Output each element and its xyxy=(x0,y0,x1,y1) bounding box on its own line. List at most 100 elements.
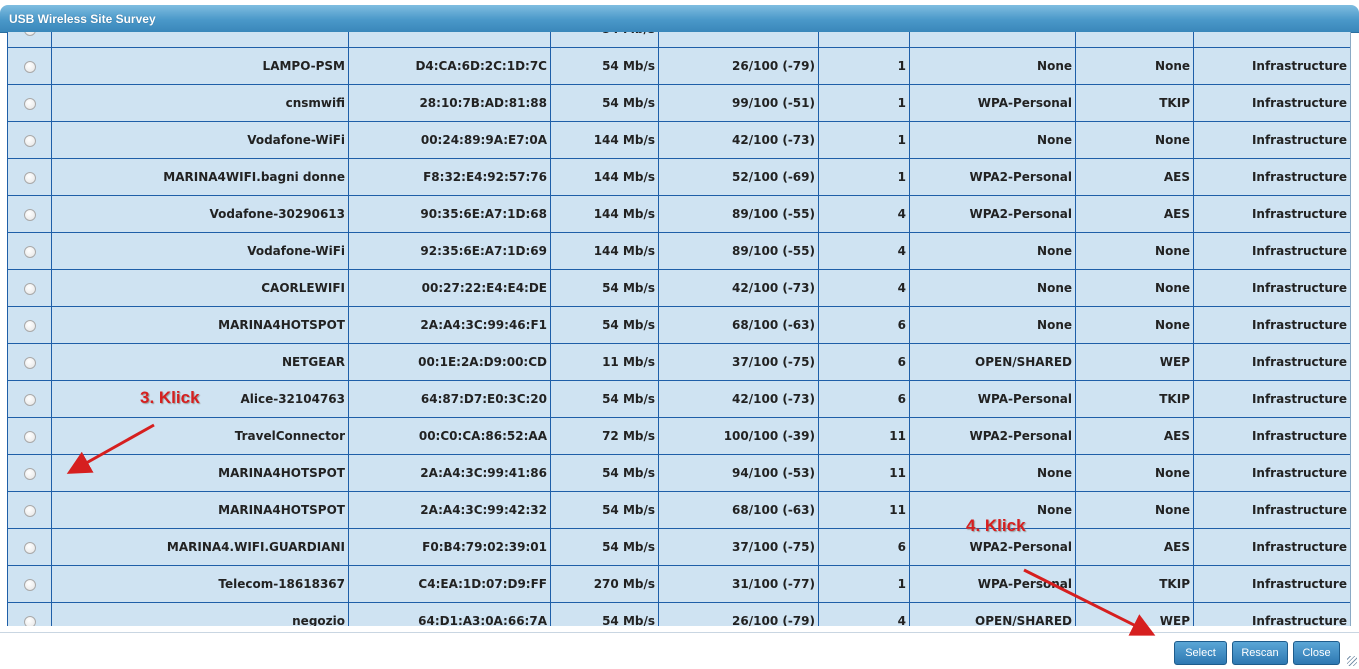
rescan-button[interactable]: Rescan xyxy=(1232,641,1288,665)
cell-signal: 26/100 (-79) xyxy=(658,602,819,626)
cell-channel: 11 xyxy=(818,491,910,529)
cell-ssid: NETGEAR xyxy=(51,343,349,381)
cell-ssid: MARINA4WIFI.bagni donne xyxy=(51,158,349,196)
cell-mode: Infrastructure xyxy=(1193,417,1350,455)
cell-channel: 11 xyxy=(818,454,910,492)
cell-mode: Infrastructure xyxy=(1193,84,1350,122)
cell-ssid: Vodafone-WiFi xyxy=(51,121,349,159)
cell-mac: D4:CA:6D:2C:1D:7C xyxy=(348,47,551,85)
table-row[interactable]: MARINA4HOTSPOT 2A:A4:3C:99:41:86 54 Mb/s 94… xyxy=(7,454,1350,492)
table-row[interactable]: MARINA4HOTSPOT 2A:A4:3C:99:46:F1 54 Mb/s 68… xyxy=(7,306,1350,344)
network-radio[interactable] xyxy=(23,430,36,443)
row-select-cell xyxy=(7,306,52,344)
network-radio[interactable] xyxy=(23,615,36,626)
cell-channel: 11 xyxy=(818,417,910,455)
cell-signal: 42/100 (-73) xyxy=(658,380,819,418)
table-row[interactable]: Vodafone-WiFi 00:24:89:9A:E7:0A 144 Mb/s 42… xyxy=(7,121,1350,159)
select-button[interactable]: Select xyxy=(1174,641,1227,665)
cell-rate: 54 Mb/s xyxy=(550,602,659,626)
cell-security: OPEN/SHARED xyxy=(909,343,1076,381)
cell-channel: 6 xyxy=(818,380,910,418)
network-list-scroll[interactable]: 54 Mb/sLAMPO-PSMD4:CA:6D:2C:1D:7C54 Mb/s… xyxy=(7,32,1351,626)
table-row[interactable]: Telecom-18618367 C4:EA:1D:07:D9:FF 270 Mb/… xyxy=(7,565,1350,603)
table-row[interactable]: cnsmwifi 28:10:7B:AD:81:88 54 Mb/s 99/100 (… xyxy=(7,84,1350,122)
row-select-cell xyxy=(7,565,52,603)
network-radio[interactable] xyxy=(23,171,36,184)
resize-grip-icon[interactable] xyxy=(1347,656,1357,666)
cell-cipher: TKIP xyxy=(1075,84,1194,122)
cell-cipher: AES xyxy=(1075,195,1194,233)
cell-signal: 42/100 (-73) xyxy=(658,121,819,159)
cell-cipher: AES xyxy=(1075,528,1194,566)
annotation-step4: 4. Klick xyxy=(966,516,1026,535)
cell-mode: Infrastructure xyxy=(1193,380,1350,418)
cell-channel: 4 xyxy=(818,232,910,270)
cell-rate: 54 Mb/s xyxy=(550,84,659,122)
table-row[interactable]: MARINA4WIFI.bagni donne F8:32:E4:92:57:76… xyxy=(7,158,1350,196)
cell-channel: 1 xyxy=(818,121,910,159)
cell-cipher: None xyxy=(1075,47,1194,85)
network-radio[interactable] xyxy=(23,356,36,369)
table-row[interactable]: Vodafone-30290613 90:35:6E:A7:1D:68 144 Mb… xyxy=(7,195,1350,233)
cell-security: None xyxy=(909,454,1076,492)
table-row[interactable]: MARINA4.WIFI.GUARDIANI F0:B4:79:02:39:01 5… xyxy=(7,528,1350,566)
close-button[interactable]: Close xyxy=(1293,641,1340,665)
network-radio[interactable] xyxy=(23,60,36,73)
network-radio[interactable] xyxy=(23,319,36,332)
cell-ssid: negozio xyxy=(51,602,349,626)
cell-mac: 90:35:6E:A7:1D:68 xyxy=(348,195,551,233)
cell-cipher: AES xyxy=(1075,417,1194,455)
row-select-cell xyxy=(7,84,52,122)
row-select-cell xyxy=(7,158,52,196)
cell-cipher: None xyxy=(1075,306,1194,344)
row-select-cell xyxy=(7,380,52,418)
cell-security: WPA-Personal xyxy=(909,380,1076,418)
network-radio[interactable] xyxy=(23,208,36,221)
cell-cipher: WEP xyxy=(1075,602,1194,626)
network-radio[interactable] xyxy=(23,245,36,258)
cell-signal: 89/100 (-55) xyxy=(658,195,819,233)
cell-mode: Infrastructure xyxy=(1193,491,1350,529)
cell-cipher: None xyxy=(1075,491,1194,529)
network-radio[interactable] xyxy=(23,134,36,147)
row-select-cell xyxy=(7,528,52,566)
cell-ssid: Telecom-18618367 xyxy=(51,565,349,603)
table-row[interactable]: TravelConnector 00:C0:CA:86:52:AA 72 Mb/s 1… xyxy=(7,417,1350,455)
dialog-titlebar[interactable]: USB Wireless Site Survey xyxy=(0,5,1359,33)
table-row[interactable]: negozio 64:D1:A3:0A:66:7A 54 Mb/s 26/100 (-… xyxy=(7,602,1350,626)
network-radio[interactable] xyxy=(23,97,36,110)
network-radio[interactable] xyxy=(23,32,36,36)
table-row[interactable]: Vodafone-WiFi 92:35:6E:A7:1D:69 144 Mb/s 89… xyxy=(7,232,1350,270)
table-row[interactable]: LAMPO-PSM D4:CA:6D:2C:1D:7C 54 Mb/s 26/100 … xyxy=(7,47,1350,85)
cell-security: None xyxy=(909,232,1076,270)
cell-rate: 54 Mb/s xyxy=(550,380,659,418)
cell-ssid: cnsmwifi xyxy=(51,84,349,122)
row-select-cell xyxy=(7,417,52,455)
table-row[interactable]: CAORLEWIFI 00:27:22:E4:E4:DE 54 Mb/s 42/100… xyxy=(7,269,1350,307)
network-radio[interactable] xyxy=(23,578,36,591)
cell-channel: 4 xyxy=(818,602,910,626)
table-row[interactable]: NETGEAR 00:1E:2A:D9:00:CD 11 Mb/s 37/100 (-… xyxy=(7,343,1350,381)
cell-mac xyxy=(348,32,551,48)
cell-rate: 11 Mb/s xyxy=(550,343,659,381)
network-radio[interactable] xyxy=(23,282,36,295)
network-radio[interactable] xyxy=(23,467,36,480)
cell-security: None xyxy=(909,269,1076,307)
cell-security: None xyxy=(909,121,1076,159)
cell-mode: Infrastructure xyxy=(1193,454,1350,492)
dialog-footer xyxy=(0,632,1359,669)
network-radio[interactable] xyxy=(23,393,36,406)
cell-ssid: MARINA4HOTSPOT xyxy=(51,454,349,492)
row-select-cell xyxy=(7,269,52,307)
cell-security: WPA2-Personal xyxy=(909,195,1076,233)
network-radio[interactable] xyxy=(23,504,36,517)
cell-rate: 72 Mb/s xyxy=(550,417,659,455)
cell-signal: 99/100 (-51) xyxy=(658,84,819,122)
table-row[interactable]: 54 Mb/s xyxy=(7,32,1350,48)
table-row[interactable]: MARINA4HOTSPOT 2A:A4:3C:99:42:32 54 Mb/s 68… xyxy=(7,491,1350,529)
cell-cipher xyxy=(1075,32,1194,48)
network-radio[interactable] xyxy=(23,541,36,554)
cell-rate: 144 Mb/s xyxy=(550,195,659,233)
cell-security: WPA2-Personal xyxy=(909,158,1076,196)
table-row[interactable]: Alice-32104763 64:87:D7:E0:3C:20 54 Mb/s 42… xyxy=(7,380,1350,418)
